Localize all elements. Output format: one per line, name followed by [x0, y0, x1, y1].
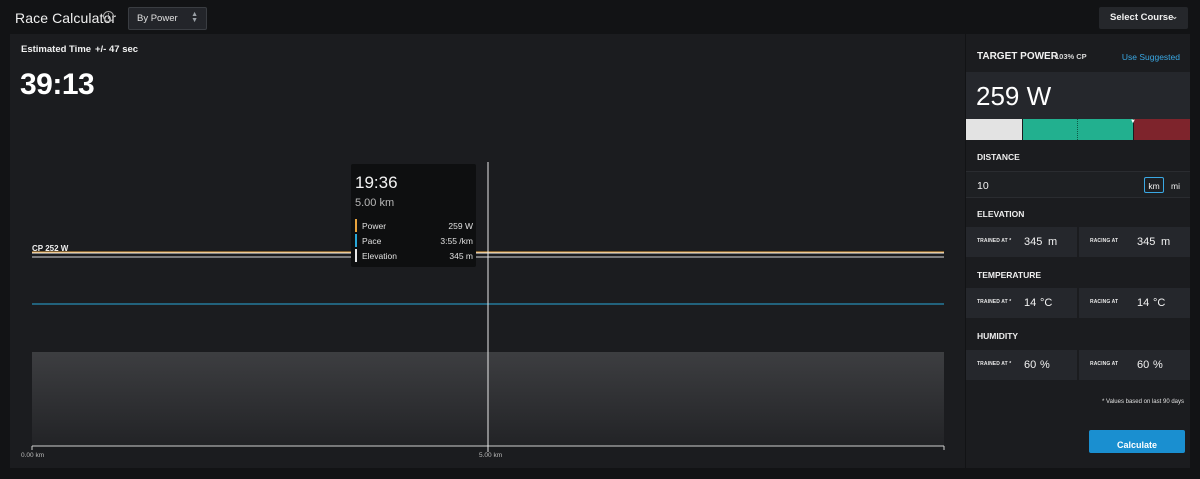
tooltip-row-elevation: Elevation 345 m: [355, 249, 473, 262]
humidity-racing-label: RACING AT: [1090, 361, 1119, 367]
race-chart[interactable]: [10, 34, 965, 468]
power-zone-slider[interactable]: ▼: [966, 119, 1190, 140]
temperature-racing-unit: °C: [1153, 297, 1166, 309]
tooltip-row-pace: Pace 3:55 /km: [355, 234, 473, 247]
chart-tooltip: 19:36 5.00 km Power 259 W Pace 3:55 /km …: [351, 164, 476, 267]
temperature-trained-label: TRAINED AT *: [977, 299, 1012, 305]
elevation-trained-value: 345: [1024, 236, 1043, 248]
top-bar: Race Calculator i By Power ▲ ▼ Select Cou…: [0, 0, 1200, 34]
chart-panel: Estimated Time +/- 47 sec 39:13 CP 252 W…: [10, 34, 965, 468]
humidity-racing-value: 60: [1137, 359, 1150, 371]
tooltip-power-label: Power: [362, 221, 387, 231]
distance-label: DISTANCE: [977, 152, 1020, 162]
mode-select-value: By Power: [137, 13, 178, 24]
elevation-trained-unit: m: [1048, 236, 1058, 248]
distance-value: 10: [977, 180, 989, 192]
tooltip-pace-label: Pace: [362, 236, 382, 246]
mode-select[interactable]: By Power ▲ ▼: [128, 7, 207, 30]
unit-km-toggle[interactable]: km: [1144, 177, 1164, 193]
target-power-cp-percent: 103% CP: [1055, 52, 1087, 61]
elevation-legend-swatch: [355, 249, 357, 262]
updown-chevron-icon: ▲ ▼: [191, 11, 198, 24]
x-tick-label-1: 5.00 km: [479, 452, 503, 459]
tooltip-row-power: Power 259 W: [355, 219, 473, 232]
use-suggested-link[interactable]: Use Suggested: [1122, 52, 1180, 62]
tooltip-elevation-value: 345 m: [449, 251, 473, 261]
humidity-trained-unit: %: [1040, 359, 1050, 371]
humidity-trained-label: TRAINED AT *: [977, 361, 1012, 367]
tooltip-power-value: 259 W: [448, 221, 473, 231]
select-course-button[interactable]: Select Course ⌄: [1099, 7, 1188, 29]
target-power-header: TARGET POWER 103% CP Use Suggested: [966, 34, 1190, 72]
calculate-button[interactable]: Calculate: [1089, 430, 1185, 453]
temperature-label: TEMPERATURE: [977, 270, 1042, 280]
humidity-label: HUMIDITY: [977, 331, 1019, 341]
zone-high: [1134, 119, 1190, 140]
target-power-input[interactable]: 259 W: [966, 72, 1190, 119]
elevation-racing-field[interactable]: RACING AT 345 m: [1079, 227, 1190, 257]
select-course-label: Select Course: [1110, 12, 1174, 23]
elevation-label: ELEVATION: [977, 209, 1025, 219]
humidity-racing-field[interactable]: RACING AT 60 %: [1079, 350, 1190, 380]
elevation-trained-field[interactable]: TRAINED AT * 345 m: [966, 227, 1077, 257]
info-icon[interactable]: i: [103, 11, 114, 22]
tooltip-time: 19:36: [355, 173, 398, 192]
cp-label: CP 252 W: [32, 244, 69, 253]
zone-target: [1023, 119, 1133, 140]
elevation-trained-label: TRAINED AT *: [977, 238, 1012, 244]
humidity-trained-field[interactable]: TRAINED AT * 60 %: [966, 350, 1077, 380]
elevation-racing-unit: m: [1161, 236, 1171, 248]
humidity-fields: TRAINED AT * 60 % RACING AT 60 %: [966, 350, 1190, 380]
temperature-racing-label: RACING AT: [1090, 299, 1119, 305]
elevation-fields: TRAINED AT * 345 m RACING AT 345 m: [966, 227, 1190, 257]
temperature-fields: TRAINED AT * 14 °C RACING AT 14 °C: [966, 288, 1190, 318]
temperature-trained-unit: °C: [1040, 297, 1053, 309]
temperature-trained-value: 14: [1024, 297, 1037, 309]
temperature-racing-value: 14: [1137, 297, 1150, 309]
power-legend-swatch: [355, 219, 357, 232]
page-title: Race Calculator: [15, 10, 117, 26]
tooltip-elevation-label: Elevation: [362, 251, 397, 261]
chevron-down-icon: ⌄: [1171, 12, 1178, 21]
humidity-trained-value: 60: [1024, 359, 1037, 371]
slider-marker-icon[interactable]: ▼: [1130, 119, 1136, 125]
unit-mi-toggle[interactable]: mi: [1171, 181, 1180, 191]
x-tick-label-0: 0.00 km: [21, 452, 45, 459]
elevation-racing-value: 345: [1137, 236, 1156, 248]
tooltip-distance: 5.00 km: [355, 197, 395, 209]
zone-low: [966, 119, 1022, 140]
tooltip-pace-value: 3:55 /km: [440, 236, 473, 246]
target-power-title: TARGET POWER: [977, 51, 1058, 62]
temperature-trained-field[interactable]: TRAINED AT * 14 °C: [966, 288, 1077, 318]
zone-midline: [1077, 119, 1078, 140]
temperature-racing-field[interactable]: RACING AT 14 °C: [1079, 288, 1190, 318]
footnote: * Values based on last 90 days: [1102, 399, 1184, 405]
humidity-racing-unit: %: [1153, 359, 1163, 371]
distance-field[interactable]: 10 km mi: [966, 171, 1190, 198]
target-power-value: 259 W: [976, 81, 1052, 111]
pace-legend-swatch: [355, 234, 357, 247]
elevation-racing-label: RACING AT: [1090, 238, 1119, 244]
settings-panel: TARGET POWER 103% CP Use Suggested 259 W…: [966, 34, 1190, 468]
